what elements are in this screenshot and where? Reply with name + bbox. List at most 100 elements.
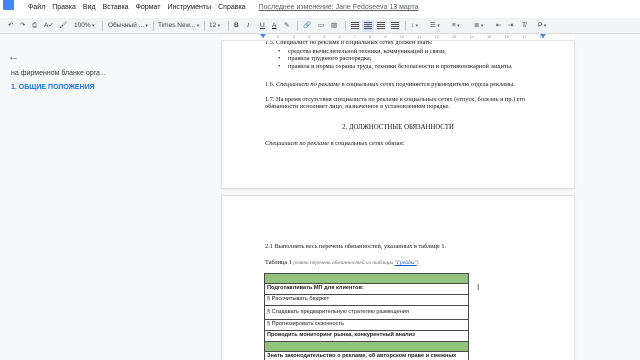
table-cell[interactable]: Знать законодательство о рекламе, об авт…	[264, 351, 469, 360]
paragraph-text: в социальных сетях обязан:	[329, 140, 405, 147]
ruler-tick: 9	[384, 34, 387, 39]
checklist-icon[interactable]: ☰	[430, 20, 440, 32]
paragraph-number: 1.6.	[265, 81, 277, 88]
grades-link[interactable]: "Грейды"	[395, 260, 417, 266]
list-item: правила трудового распорядка;	[278, 55, 513, 63]
ruler-ticks: 1 2 3 4 5 6 7 8 9 10 11 12 13 14 15 16 17 18	[262, 34, 544, 40]
line-spacing-icon[interactable]: ↕	[411, 20, 418, 32]
menu-help[interactable]: Справка	[218, 4, 245, 11]
paragraph-text: в социальных сетях подчиняется руководит…	[340, 81, 515, 88]
ruler-tick: 1	[262, 34, 265, 39]
redo-icon[interactable]: ↷	[20, 20, 25, 32]
text-cursor-icon: I	[477, 283, 480, 292]
toolbar-divider	[102, 21, 103, 31]
table-caption: Таблица 1 (взять перечень обязанностей и…	[265, 259, 550, 267]
menu-file[interactable]: Файл	[28, 4, 45, 11]
print-icon[interactable]: ⎙	[32, 20, 37, 32]
role-name: Специалист по рекламе	[265, 140, 330, 147]
paragraph-1-6: 1.6. Специалист по рекламе в социальных …	[265, 81, 550, 88]
underline-button[interactable]: U	[260, 20, 265, 32]
bulleted-list: средства вычислительной техники, коммуни…	[278, 48, 513, 71]
menu-view[interactable]: Вид	[83, 4, 96, 11]
align-left-icon[interactable]	[351, 20, 359, 32]
duties-intro: Специалист по рекламе в социальных сетях…	[265, 140, 550, 147]
ruler-tick: 5	[323, 34, 326, 39]
table-row[interactable]: § Создавать предварительную стратегию ра…	[264, 305, 469, 320]
last-edit-link[interactable]: Последнее изменение: Jane Fedoseeva 13 м…	[259, 4, 419, 11]
ruler-tick: 11	[417, 34, 422, 39]
table-cell[interactable]: Подготавливать МП для клиентов:	[264, 283, 469, 295]
paragraph-style-select[interactable]: Обычный ...	[106, 20, 150, 32]
table-row[interactable]: § Прогнозировать сезонность	[264, 319, 469, 331]
table-caption-label: Таблица 1	[265, 259, 292, 266]
toolbar-divider	[228, 21, 229, 31]
clear-formatting-icon[interactable]: T̸	[522, 20, 526, 32]
table-cell[interactable]: § Рассчитывать бюджет	[264, 294, 469, 306]
menu-format[interactable]: Формат	[136, 4, 161, 11]
list-item: правила и нормы охраны труда, техники бе…	[278, 63, 513, 71]
spellcheck-icon[interactable]: A✓	[44, 20, 54, 32]
menu-insert[interactable]: Вставка	[103, 4, 129, 11]
align-justify-icon[interactable]	[391, 20, 399, 32]
table-row[interactable]	[264, 273, 469, 284]
table-cell[interactable]: Проводить мониторинг рынка, конкурентный…	[264, 330, 469, 342]
undo-icon[interactable]: ↶	[8, 20, 13, 32]
align-right-icon[interactable]	[377, 20, 385, 32]
zoom-select[interactable]: 100%	[72, 20, 97, 32]
toolbar-divider	[345, 21, 346, 31]
document-page[interactable]: 2.1 Выполнять весь перечень обязанностей…	[222, 196, 574, 360]
main-menu: Файл Правка Вид Вставка Формат Инструмен…	[28, 4, 426, 11]
back-arrow-icon[interactable]: ←	[8, 51, 19, 63]
ruler-tick: 18	[539, 34, 544, 39]
table-row[interactable]: § Рассчитывать бюджет	[264, 294, 469, 306]
ruler-tick: 3	[292, 34, 295, 39]
editing-mode-pen-icon[interactable]: P	[538, 20, 546, 32]
paragraph-1-7: 1.7. На время отсутствия специалиста по …	[265, 96, 526, 111]
decrease-indent-icon[interactable]: ⇤	[496, 20, 501, 32]
ruler-tick: 13	[451, 34, 457, 39]
add-comment-icon[interactable]: ▭	[318, 20, 324, 32]
table-cell[interactable]	[264, 341, 469, 352]
table-cell[interactable]: § Создавать предварительную стратегию ра…	[264, 305, 469, 320]
ruler-tick: 15	[486, 34, 492, 39]
clipped-text-line: 1.5. Специалист по рекламе в социальных …	[265, 41, 433, 45]
ruler-tick: 16	[504, 34, 509, 39]
italic-button[interactable]: I	[247, 20, 249, 32]
outline-item-active[interactable]: 1. ОБЩИЕ ПОЛОЖЕНИЯ	[11, 84, 95, 91]
table-row[interactable]: Проводить мониторинг рынка, конкурентный…	[264, 330, 469, 342]
role-name: Специалист по рекламе	[276, 81, 341, 88]
toolbar-divider	[405, 21, 406, 31]
highlight-color-icon[interactable]: ✎	[284, 20, 289, 32]
table-note: (взять перечень обязанностей из таблицы	[291, 260, 395, 266]
font-size-select[interactable]: 12	[207, 20, 222, 32]
ruler-tick: 14	[469, 34, 474, 39]
table-row[interactable]: Знать законодательство о рекламе, об авт…	[264, 351, 469, 360]
horizontal-ruler[interactable]: 1 2 3 4 5 6 7 8 9 10 11 12 13 14 15 16 17 18	[222, 34, 574, 41]
font-select[interactable]: Times New...	[156, 20, 201, 32]
ruler-tick: 6	[338, 34, 341, 39]
insert-image-icon[interactable]: ▨	[331, 20, 337, 32]
bold-button[interactable]: B	[234, 20, 239, 32]
duties-table[interactable]: Подготавливать МП для клиентов: § Рассчит…	[264, 273, 469, 360]
document-page[interactable]: 1.5. Специалист по рекламе в социальных …	[222, 41, 574, 188]
table-row[interactable]: Подготавливать МП для клиентов:	[264, 283, 469, 295]
numbered-list-icon[interactable]: ≣	[474, 20, 483, 32]
ruler-tick: 12	[434, 34, 439, 39]
align-center-icon[interactable]	[362, 20, 374, 32]
menu-bar: Файл Правка Вид Вставка Формат Инструмен…	[0, 0, 640, 18]
menu-tools[interactable]: Инструменты	[167, 4, 211, 11]
ruler-tick: 8	[369, 34, 372, 39]
text-color-button[interactable]: A	[272, 20, 276, 32]
outline-item[interactable]: на фирменном бланке орга...	[11, 70, 106, 77]
insert-link-icon[interactable]: 🔗	[303, 20, 311, 32]
bulleted-list-icon[interactable]: ≡	[452, 20, 460, 32]
table-cell[interactable]: § Прогнозировать сезонность	[264, 319, 469, 331]
paint-format-icon[interactable]: 🖌	[59, 20, 67, 32]
table-cell[interactable]	[264, 273, 469, 284]
toolbar-divider	[204, 21, 205, 31]
menu-edit[interactable]: Правка	[52, 4, 76, 11]
docs-logo-icon[interactable]	[3, 0, 14, 10]
increase-indent-icon[interactable]: ⇥	[508, 20, 513, 32]
table-row[interactable]	[264, 341, 469, 352]
ruler-tick: 4	[307, 34, 311, 39]
